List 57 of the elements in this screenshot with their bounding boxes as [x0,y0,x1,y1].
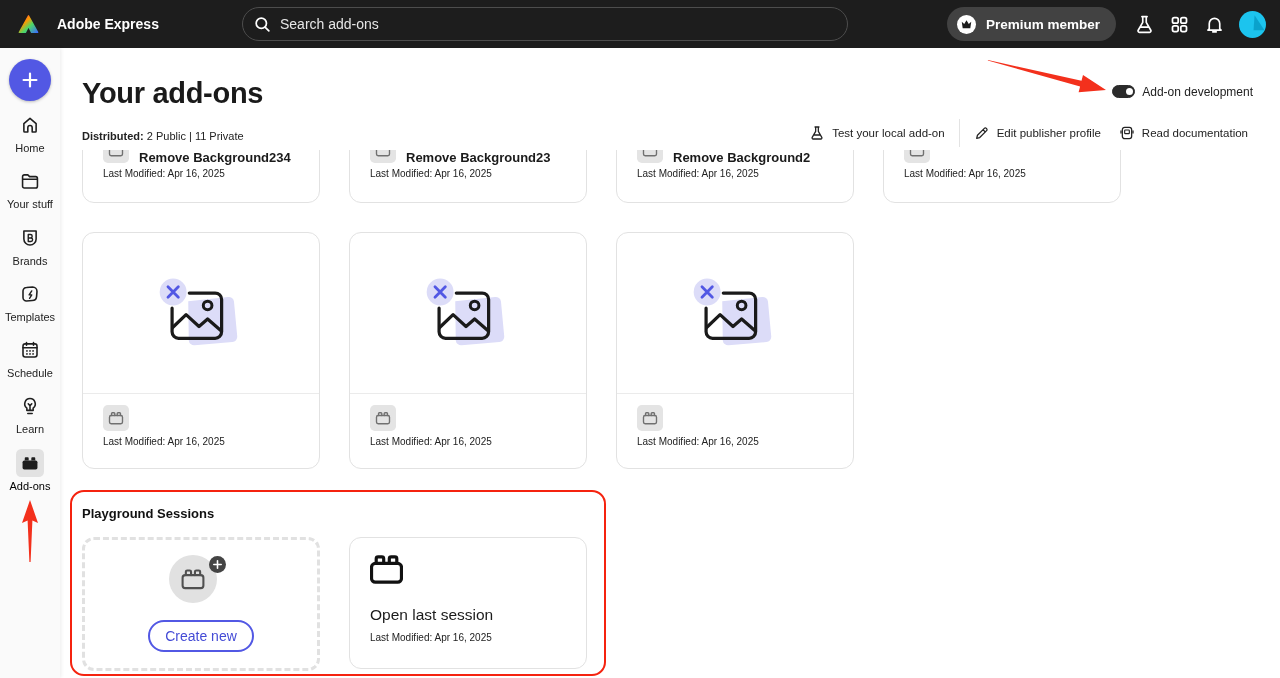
premium-member-button[interactable]: Premium member [946,7,1116,41]
app-logo [18,13,39,35]
modified-date: Last Modified: Apr 16, 2025 [370,168,493,180]
section-title: Playground Sessions [82,506,216,522]
session-title: Open last session [370,605,495,625]
crown-icon [956,14,976,34]
nav-item[interactable]: Learn [15,392,45,437]
addon-title: Remove Background23 [406,151,551,164]
addon-card[interactable]: Remove Background234 Last Modified: Apr 16, 2025 [82,150,320,203]
nav-item[interactable]: Brands [12,223,48,268]
addon-card[interactable]: Remove Background23 Last Modified: Apr 16, 2025 [349,150,587,203]
modified-date: Last Modified: Apr 16, 2025 [637,168,760,180]
nav-item[interactable]: Schedule [7,336,53,381]
plus-badge-icon [209,556,226,573]
test-addon-link[interactable]: Test your local add-on [800,122,954,144]
user-avatar[interactable] [1239,10,1266,38]
nav-item[interactable]: Home [15,111,45,155]
nav-item[interactable]: Templates [4,279,56,324]
page-title: Your add-ons [82,76,264,111]
modified-date: Last Modified: Apr 16, 2025 [370,632,493,644]
addon-card[interactable]: Last Modified: Apr 16, 2025 [883,150,1121,203]
brick-icon [169,555,217,603]
image-placeholder-icon [693,278,773,348]
brick-icon [370,405,396,431]
toggle-label: Add-on development [1142,84,1253,99]
create-button[interactable] [9,59,51,101]
edit-profile-link[interactable]: Edit publisher profile [964,122,1110,144]
modified-date: Last Modified: Apr 16, 2025 [637,436,760,448]
app-name: Adobe Express [57,16,159,32]
addon-card[interactable]: Remove Background2 Last Modified: Apr 16, 2025 [616,150,854,203]
distribution-summary: Distributed: 2 Public | 11 Private [82,130,244,142]
modified-date: Last Modified: Apr 16, 2025 [904,168,1027,180]
modified-date: Last Modified: Apr 16, 2025 [370,436,493,448]
addon-title: Remove Background2 [673,151,811,164]
brick-icon [637,405,663,431]
create-new-button[interactable]: Create new [148,620,254,652]
search-field[interactable]: Search add-ons [242,7,848,41]
document-icon [1118,125,1135,141]
documentation-link[interactable]: Read documentation [1109,122,1257,144]
brick-icon [103,405,129,431]
image-placeholder-icon [426,278,506,348]
addon-card[interactable]: Last Modified: Apr 16, 2025 [82,232,320,469]
nav-item[interactable]: Add-ons [9,448,51,493]
pencil-icon [973,125,990,141]
flask-icon[interactable] [1134,13,1155,35]
toggle-switch[interactable] [1112,85,1136,98]
addon-card[interactable]: Last Modified: Apr 16, 2025 [349,232,587,469]
addon-title: Remove Background234 [139,151,291,164]
image-placeholder-icon [159,278,239,348]
nav-item[interactable]: Your stuff [7,167,53,212]
addon-card[interactable]: Last Modified: Apr 16, 2025 [616,232,854,469]
search-icon [253,14,272,34]
modified-date: Last Modified: Apr 16, 2025 [103,436,226,448]
last-session-card[interactable]: Open last session Last Modified: Apr 16, 2025 [349,537,587,669]
brick-icon [16,448,44,477]
brick-icon [370,555,403,584]
modified-date: Last Modified: Apr 16, 2025 [103,168,226,180]
